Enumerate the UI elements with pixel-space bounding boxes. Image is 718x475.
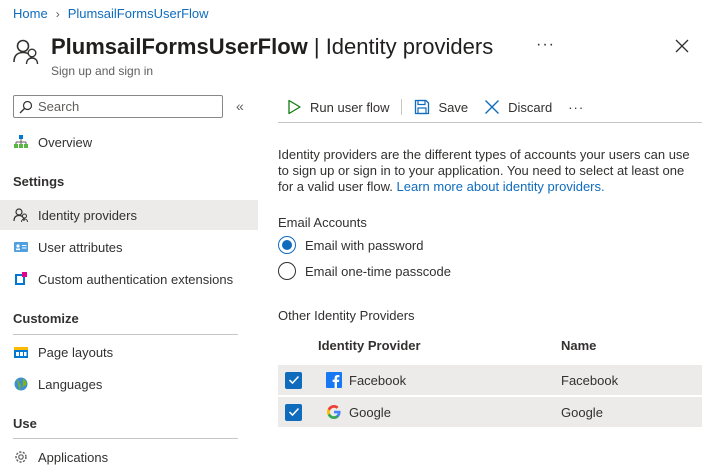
- discard-label: Discard: [508, 99, 553, 115]
- radio-button-checked[interactable]: [278, 236, 296, 254]
- provider-cell: Google: [326, 404, 391, 420]
- run-user-flow-button[interactable]: Run user flow: [286, 99, 389, 115]
- section-customize: Customize: [13, 311, 79, 326]
- description-text: Identity providers are the different typ…: [278, 147, 698, 195]
- radio-label: Email one-time passcode: [305, 263, 451, 279]
- email-accounts-label: Email Accounts: [278, 215, 367, 230]
- sidebar-item-user-attributes[interactable]: User attributes: [0, 232, 258, 262]
- section-divider: [13, 438, 238, 439]
- section-settings: Settings: [13, 174, 65, 189]
- sidebar-item-label: Identity providers: [38, 207, 137, 223]
- sidebar-item-page-layouts[interactable]: Page layouts: [0, 337, 258, 367]
- globe-icon: [13, 376, 29, 392]
- facebook-icon: [326, 372, 342, 388]
- sidebar-item-languages[interactable]: Languages: [0, 369, 258, 399]
- google-icon: [326, 404, 342, 420]
- people-icon: [13, 207, 29, 223]
- table-row[interactable]: Facebook Facebook: [278, 365, 702, 396]
- sidebar-item-applications[interactable]: Applications: [0, 442, 258, 472]
- page-title: PlumsailFormsUserFlow | Identity provide…: [51, 34, 493, 60]
- checkmark-icon: [288, 375, 299, 385]
- breadcrumb-current-link[interactable]: PlumsailFormsUserFlow: [68, 6, 209, 21]
- column-header-name: Name: [561, 338, 597, 353]
- save-label: Save: [438, 99, 469, 115]
- table-row[interactable]: Google Google: [278, 397, 702, 428]
- id-card-icon: [13, 239, 29, 255]
- save-icon: [415, 99, 430, 115]
- provider-cell: Facebook: [326, 372, 406, 388]
- run-user-flow-label: Run user flow: [310, 99, 390, 115]
- page-subtitle: Sign up and sign in: [51, 64, 154, 78]
- save-button[interactable]: Save: [414, 99, 468, 115]
- play-icon: [288, 99, 301, 115]
- page-title-flow: PlumsailFormsUserFlow: [51, 34, 308, 59]
- page-title-section: | Identity providers: [307, 34, 494, 59]
- radio-button-unchecked[interactable]: [278, 262, 296, 280]
- toolbar-more-button[interactable]: ···: [568, 100, 584, 115]
- learn-more-link[interactable]: Learn more about identity providers.: [397, 179, 605, 194]
- radio-label: Email with password: [305, 237, 424, 253]
- sidebar-item-label: User attributes: [38, 239, 123, 255]
- hierarchy-icon: [13, 134, 29, 150]
- sidebar-item-custom-auth-extensions[interactable]: Custom authentication extensions: [0, 264, 258, 294]
- name-cell: Facebook: [561, 372, 619, 388]
- toolbar-divider: [401, 99, 403, 115]
- page-header: PlumsailFormsUserFlow | Identity provide…: [12, 32, 712, 82]
- collapse-sidebar-button[interactable]: «: [236, 98, 244, 114]
- layout-icon: [13, 344, 29, 360]
- other-providers-label: Other Identity Providers: [278, 308, 415, 323]
- radio-email-otp[interactable]: Email one-time passcode: [278, 262, 451, 280]
- search-box[interactable]: [13, 95, 223, 118]
- sidebar-item-label: Overview: [38, 134, 93, 150]
- more-options-button[interactable]: ···: [536, 36, 555, 54]
- sidebar: « Overview Settings Identity providers: [0, 92, 258, 475]
- gear-icon: [13, 449, 29, 465]
- sidebar-item-label: Page layouts: [38, 344, 114, 360]
- checkmark-icon: [288, 407, 299, 417]
- breadcrumb: Home › PlumsailFormsUserFlow: [13, 6, 209, 21]
- section-use: Use: [13, 416, 37, 431]
- provider-name: Google: [349, 404, 391, 420]
- provider-name: Facebook: [349, 372, 407, 388]
- breadcrumb-home-link[interactable]: Home: [13, 6, 48, 21]
- sidebar-item-overview[interactable]: Overview: [0, 127, 258, 157]
- sidebar-item-label: Applications: [38, 449, 109, 465]
- column-header-provider: Identity Provider: [318, 338, 421, 353]
- row-checkbox[interactable]: [285, 371, 302, 389]
- sidebar-item-identity-providers[interactable]: Identity providers: [0, 200, 258, 230]
- command-bar: Run user flow Save Discard ···: [278, 92, 702, 123]
- chevron-right-icon: ›: [55, 6, 60, 21]
- people-icon: [13, 39, 39, 65]
- radio-email-password[interactable]: Email with password: [278, 236, 424, 254]
- close-icon: [485, 100, 500, 114]
- search-icon: [19, 100, 33, 113]
- name-cell: Google: [561, 404, 603, 420]
- section-divider: [13, 334, 238, 335]
- sidebar-item-label: Languages: [38, 376, 103, 392]
- row-checkbox[interactable]: [285, 403, 302, 421]
- close-icon[interactable]: [674, 38, 690, 54]
- sidebar-item-label: Custom authentication extensions: [38, 271, 234, 287]
- extension-icon: [13, 271, 29, 287]
- search-input[interactable]: [38, 99, 208, 114]
- discard-button[interactable]: Discard: [484, 99, 552, 115]
